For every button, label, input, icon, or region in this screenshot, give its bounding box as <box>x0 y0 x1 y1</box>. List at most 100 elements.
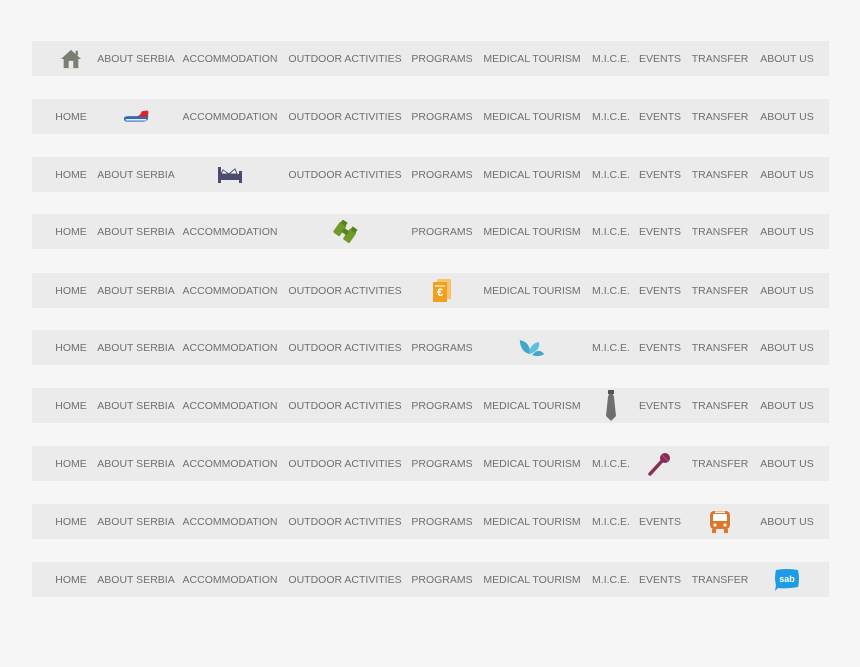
nav-item-mice[interactable]: M.I.C.E. <box>592 273 630 308</box>
nav-item-transfer[interactable]: TRANSFER <box>692 388 749 423</box>
nav-item-home[interactable] <box>57 41 85 76</box>
nav-item-medical-tourism[interactable]: MEDICAL TOURISM <box>483 157 580 192</box>
nav-item-events[interactable]: EVENTS <box>639 388 681 423</box>
nav-item-events[interactable]: EVENTS <box>639 157 681 192</box>
nav-item-home[interactable]: HOME <box>55 273 87 308</box>
nav-item-about-serbia[interactable]: ABOUT SERBIA <box>97 446 174 481</box>
nav-item-mice[interactable]: M.I.C.E. <box>592 41 630 76</box>
nav-item-accommodation[interactable] <box>216 157 244 192</box>
nav-item-about-serbia[interactable]: ABOUT SERBIA <box>97 41 174 76</box>
nav-item-outdoor-activities[interactable]: OUTDOOR ACTIVITIES <box>288 330 401 365</box>
nav-item-accommodation[interactable]: ACCOMMODATION <box>183 214 278 249</box>
nav-item-outdoor-activities[interactable]: OUTDOOR ACTIVITIES <box>288 562 401 597</box>
nav-item-transfer[interactable]: TRANSFER <box>692 330 749 365</box>
nav-item-about-serbia[interactable]: ABOUT SERBIA <box>97 330 174 365</box>
nav-item-events[interactable]: EVENTS <box>639 562 681 597</box>
nav-item-medical-tourism[interactable]: MEDICAL TOURISM <box>483 562 580 597</box>
nav-item-transfer[interactable]: TRANSFER <box>692 273 749 308</box>
nav-item-mice[interactable]: M.I.C.E. <box>592 157 630 192</box>
nav-item-accommodation[interactable]: ACCOMMODATION <box>183 41 278 76</box>
nav-item-accommodation[interactable]: ACCOMMODATION <box>183 388 278 423</box>
nav-item-transfer[interactable]: TRANSFER <box>692 157 749 192</box>
nav-item-about-serbia[interactable]: ABOUT SERBIA <box>97 388 174 423</box>
nav-item-about-us[interactable]: ABOUT US <box>760 388 813 423</box>
nav-item-programs[interactable]: PROGRAMS <box>411 388 472 423</box>
nav-item-home[interactable]: HOME <box>55 446 87 481</box>
nav-item-outdoor-activities[interactable]: OUTDOOR ACTIVITIES <box>288 504 401 539</box>
nav-item-programs[interactable]: € <box>428 273 456 308</box>
nav-item-accommodation[interactable]: ACCOMMODATION <box>183 562 278 597</box>
nav-item-about-us[interactable]: ABOUT US <box>760 330 813 365</box>
nav-item-outdoor-activities[interactable]: OUTDOOR ACTIVITIES <box>288 273 401 308</box>
nav-item-accommodation[interactable]: ACCOMMODATION <box>183 99 278 134</box>
nav-item-transfer[interactable]: TRANSFER <box>692 562 749 597</box>
nav-item-accommodation[interactable]: ACCOMMODATION <box>183 504 278 539</box>
nav-item-home[interactable]: HOME <box>55 157 87 192</box>
nav-item-programs[interactable]: PROGRAMS <box>411 99 472 134</box>
nav-item-programs[interactable]: PROGRAMS <box>411 41 472 76</box>
nav-item-about-us[interactable]: ABOUT US <box>760 157 813 192</box>
nav-item-about-us[interactable]: ABOUT US <box>760 214 813 249</box>
nav-item-mice[interactable]: M.I.C.E. <box>592 562 630 597</box>
nav-item-events[interactable]: EVENTS <box>639 41 681 76</box>
nav-item-home[interactable]: HOME <box>55 504 87 539</box>
nav-item-about-serbia[interactable]: ABOUT SERBIA <box>97 157 174 192</box>
nav-item-programs[interactable]: PROGRAMS <box>411 157 472 192</box>
nav-item-about-serbia[interactable]: ABOUT SERBIA <box>97 562 174 597</box>
nav-item-events[interactable]: EVENTS <box>639 330 681 365</box>
nav-item-home[interactable]: HOME <box>55 388 87 423</box>
nav-item-about-us[interactable]: ABOUT US <box>760 504 813 539</box>
nav-item-events[interactable]: EVENTS <box>639 214 681 249</box>
nav-item-home[interactable]: HOME <box>55 99 87 134</box>
nav-item-outdoor-activities[interactable]: OUTDOOR ACTIVITIES <box>288 157 401 192</box>
nav-item-transfer[interactable]: TRANSFER <box>692 99 749 134</box>
nav-item-accommodation[interactable]: ACCOMMODATION <box>183 273 278 308</box>
nav-item-mice[interactable]: M.I.C.E. <box>592 214 630 249</box>
nav-item-transfer[interactable] <box>706 504 734 539</box>
nav-item-events[interactable]: EVENTS <box>639 273 681 308</box>
nav-item-programs[interactable]: PROGRAMS <box>411 562 472 597</box>
nav-item-home[interactable]: HOME <box>55 562 87 597</box>
nav-item-about-serbia[interactable] <box>122 99 150 134</box>
nav-item-mice[interactable]: M.I.C.E. <box>592 446 630 481</box>
nav-item-about-us[interactable]: ABOUT US <box>760 273 813 308</box>
nav-item-programs[interactable]: PROGRAMS <box>411 330 472 365</box>
nav-item-about-us[interactable]: ABOUT US <box>760 446 813 481</box>
nav-item-outdoor-activities[interactable]: OUTDOOR ACTIVITIES <box>288 41 401 76</box>
nav-item-accommodation[interactable]: ACCOMMODATION <box>183 330 278 365</box>
nav-item-about-serbia[interactable]: ABOUT SERBIA <box>97 273 174 308</box>
nav-item-home[interactable]: HOME <box>55 214 87 249</box>
nav-item-about-us[interactable]: sab <box>773 562 801 597</box>
nav-item-events[interactable] <box>646 446 674 481</box>
nav-item-outdoor-activities[interactable]: OUTDOOR ACTIVITIES <box>288 388 401 423</box>
nav-item-accommodation[interactable]: ACCOMMODATION <box>183 446 278 481</box>
nav-item-medical-tourism[interactable]: MEDICAL TOURISM <box>483 214 580 249</box>
nav-item-medical-tourism[interactable] <box>518 330 546 365</box>
nav-item-outdoor-activities[interactable]: OUTDOOR ACTIVITIES <box>288 446 401 481</box>
nav-item-transfer[interactable]: TRANSFER <box>692 214 749 249</box>
nav-item-about-us[interactable]: ABOUT US <box>760 41 813 76</box>
nav-item-programs[interactable]: PROGRAMS <box>411 504 472 539</box>
nav-item-medical-tourism[interactable]: MEDICAL TOURISM <box>483 504 580 539</box>
nav-item-about-serbia[interactable]: ABOUT SERBIA <box>97 214 174 249</box>
nav-item-about-serbia[interactable]: ABOUT SERBIA <box>97 504 174 539</box>
nav-item-outdoor-activities[interactable] <box>331 214 359 249</box>
nav-item-about-us[interactable]: ABOUT US <box>760 99 813 134</box>
nav-item-mice[interactable]: M.I.C.E. <box>592 330 630 365</box>
nav-item-mice[interactable]: M.I.C.E. <box>592 504 630 539</box>
nav-item-transfer[interactable]: TRANSFER <box>692 41 749 76</box>
nav-item-programs[interactable]: PROGRAMS <box>411 214 472 249</box>
nav-item-medical-tourism[interactable]: MEDICAL TOURISM <box>483 388 580 423</box>
nav-item-medical-tourism[interactable]: MEDICAL TOURISM <box>483 99 580 134</box>
nav-item-medical-tourism[interactable]: MEDICAL TOURISM <box>483 273 580 308</box>
nav-item-mice[interactable] <box>597 388 625 423</box>
nav-item-medical-tourism[interactable]: MEDICAL TOURISM <box>483 41 580 76</box>
nav-item-medical-tourism[interactable]: MEDICAL TOURISM <box>483 446 580 481</box>
nav-item-home[interactable]: HOME <box>55 330 87 365</box>
nav-item-mice[interactable]: M.I.C.E. <box>592 99 630 134</box>
nav-item-events[interactable]: EVENTS <box>639 99 681 134</box>
nav-item-programs[interactable]: PROGRAMS <box>411 446 472 481</box>
nav-item-transfer[interactable]: TRANSFER <box>692 446 749 481</box>
nav-item-events[interactable]: EVENTS <box>639 504 681 539</box>
nav-item-outdoor-activities[interactable]: OUTDOOR ACTIVITIES <box>288 99 401 134</box>
